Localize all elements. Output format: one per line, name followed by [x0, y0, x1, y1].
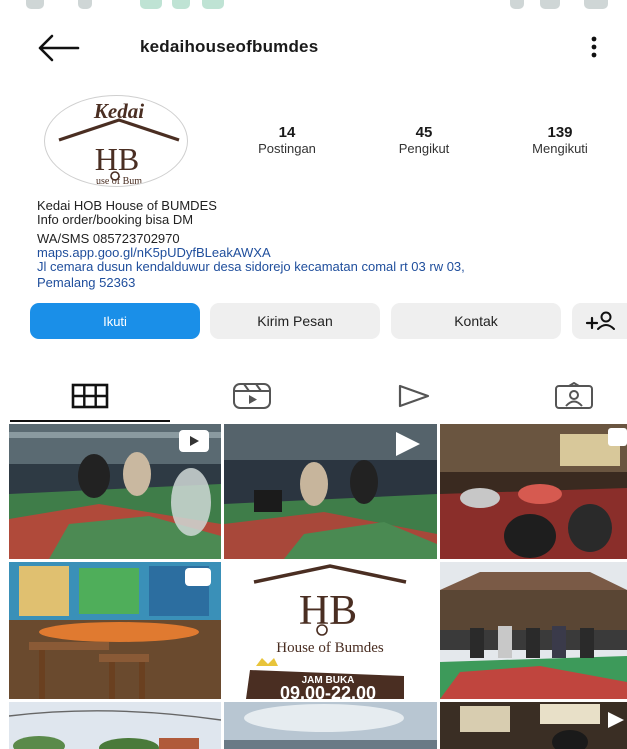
- status-icon: [510, 0, 524, 9]
- post-hours: 09.00-22.00: [280, 683, 376, 699]
- tab-tagged[interactable]: [494, 372, 627, 420]
- bio-line: WA/SMS 085723702970: [37, 231, 180, 246]
- status-icon: [202, 0, 224, 9]
- grid-icon: [71, 383, 109, 409]
- status-icon: [78, 0, 92, 9]
- contact-button[interactable]: Kontak: [391, 303, 561, 339]
- post-logo-letters: HB: [299, 588, 357, 634]
- stat-following[interactable]: 139 Mengikuti: [510, 124, 610, 156]
- stat-following-count: 139: [547, 124, 573, 141]
- back-arrow-icon[interactable]: [36, 34, 80, 62]
- bio-link[interactable]: maps.app.goo.gl/nK5pUDyfBLeakAWXA: [37, 246, 622, 260]
- follow-button[interactable]: Ikuti: [30, 303, 200, 339]
- status-bar: [0, 0, 627, 14]
- status-icon: [140, 0, 162, 9]
- suggested-accounts-button[interactable]: [572, 303, 627, 339]
- post-thumbnail-logo[interactable]: HB House of Bumdes JAM BUKA 09.00-22.00: [224, 562, 437, 699]
- reels-icon: [233, 383, 271, 409]
- stat-posts-count: 14: [278, 124, 296, 141]
- status-icon: [172, 0, 190, 9]
- post-thumbnail[interactable]: [224, 702, 437, 749]
- stat-followers[interactable]: 45 Pengikut: [374, 124, 474, 156]
- post-thumbnail[interactable]: [440, 702, 627, 749]
- profile-bio: Kedai HOB House of BUMDES Info order/boo…: [37, 199, 622, 290]
- stat-posts[interactable]: 14 Postingan: [237, 124, 337, 156]
- stat-posts-label: Postingan: [258, 141, 316, 156]
- tab-posts-grid[interactable]: [10, 372, 170, 420]
- post-logo-caption: House of Bumdes: [276, 640, 384, 656]
- tagged-icon: [555, 382, 593, 409]
- avatar-logo-caption: use of Bum: [96, 176, 142, 187]
- active-tab-indicator: [10, 420, 170, 422]
- tab-reels[interactable]: [172, 372, 332, 420]
- post-thumbnail[interactable]: [440, 562, 627, 699]
- stat-followers-count: 45: [415, 124, 433, 141]
- post-thumbnail[interactable]: [9, 424, 221, 559]
- profile-header: kedaihouseofbumdes: [0, 28, 627, 68]
- post-thumbnail[interactable]: [9, 702, 221, 749]
- status-icon: [540, 0, 560, 9]
- stat-following-label: Mengikuti: [532, 141, 588, 156]
- profile-username: kedaihouseofbumdes: [140, 37, 319, 56]
- status-icon: [26, 0, 44, 9]
- stat-followers-label: Pengikut: [398, 141, 450, 156]
- post-thumbnail[interactable]: [9, 562, 221, 699]
- bio-location[interactable]: Jl cemara dusun kendalduwur desa sidorej…: [37, 260, 622, 274]
- bio-location[interactable]: Pemalang 52363: [37, 276, 622, 290]
- tab-videos[interactable]: [334, 372, 494, 420]
- posts-grid: HB House of Bumdes JAM BUKA 09.00-22.00: [9, 424, 627, 749]
- post-thumbnail[interactable]: [440, 424, 627, 559]
- more-options-icon[interactable]: [584, 34, 604, 62]
- battery-icon: [584, 0, 608, 9]
- avatar-logo-letters: HB: [95, 141, 139, 177]
- message-button[interactable]: Kirim Pesan: [210, 303, 380, 339]
- profile-tabs: [0, 372, 627, 422]
- bio-line: Info order/booking bisa DM: [37, 212, 194, 227]
- add-person-icon: [585, 311, 615, 330]
- video-play-icon: [398, 384, 430, 408]
- bio-name: Kedai HOB House of BUMDES: [37, 198, 217, 213]
- post-thumbnail[interactable]: [224, 424, 437, 559]
- profile-avatar[interactable]: Kedai HB use of Bum: [44, 95, 188, 187]
